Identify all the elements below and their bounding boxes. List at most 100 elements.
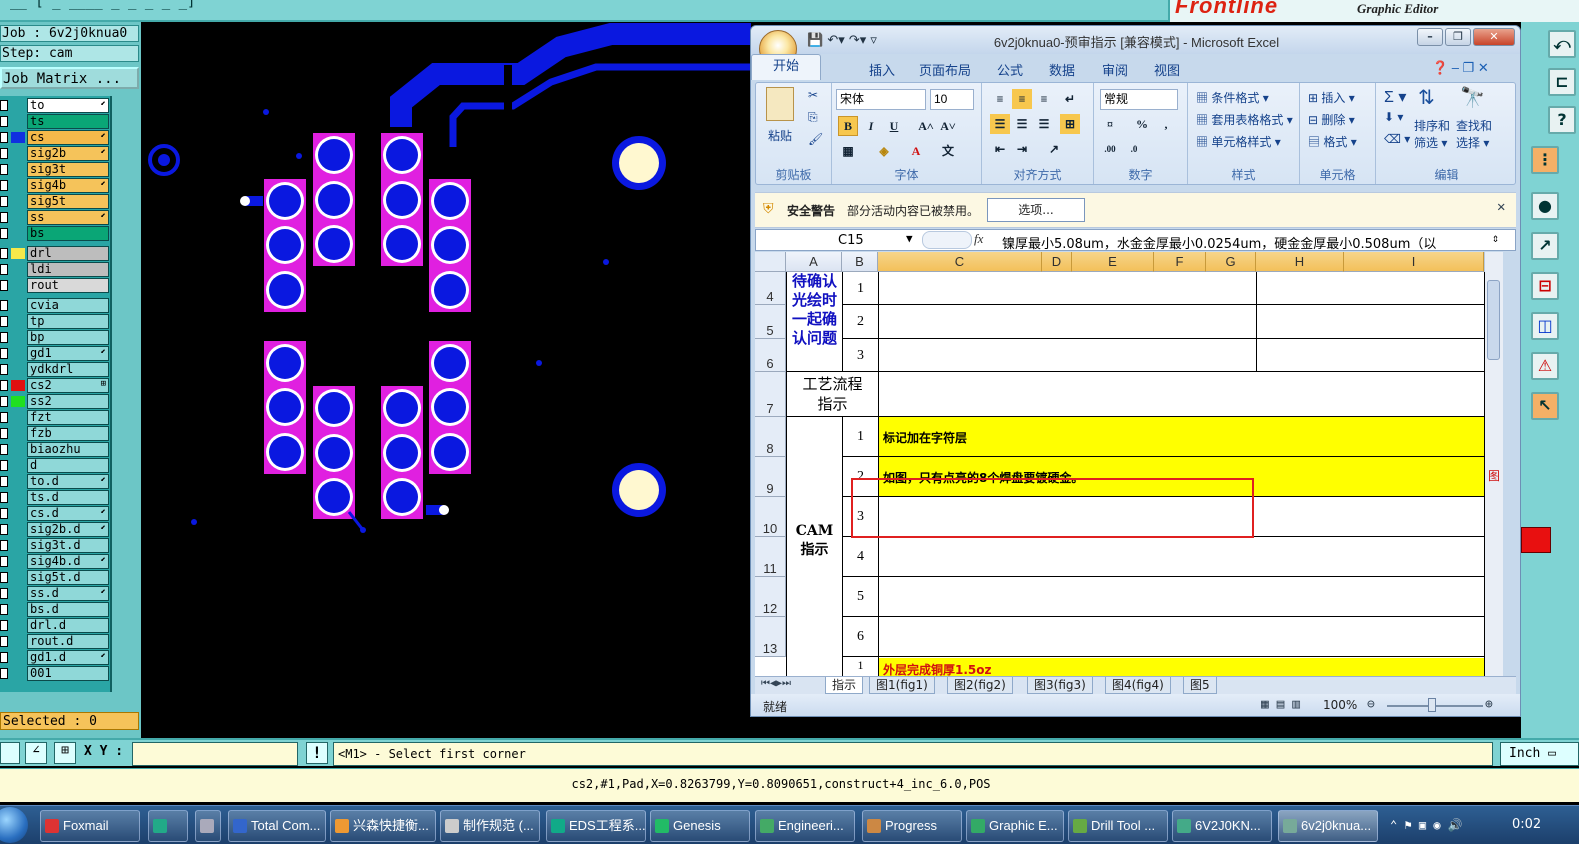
percent-icon[interactable]: % bbox=[1132, 114, 1152, 134]
scroll-thumb[interactable] bbox=[1487, 280, 1500, 360]
shrink-font-icon[interactable]: A˅ bbox=[938, 116, 958, 136]
fx-icon[interactable]: fx bbox=[974, 231, 983, 247]
tab-page-layout[interactable]: 页面布局 bbox=[919, 60, 971, 79]
layer-checkbox[interactable] bbox=[0, 556, 8, 567]
taskbar-item[interactable]: Drill Tool ... bbox=[1068, 810, 1168, 842]
layer-checkbox[interactable] bbox=[0, 492, 8, 503]
view-buttons-icon[interactable]: ▦ ▤ ▥ bbox=[1261, 697, 1300, 712]
taskbar-item[interactable]: Total Com... bbox=[228, 810, 326, 842]
row-header[interactable]: 8 bbox=[755, 417, 786, 457]
layer-row[interactable]: ts bbox=[0, 114, 112, 129]
merged-cell-a-confirm[interactable]: 待确认光绘时一起确认问题 bbox=[787, 272, 842, 372]
layer-row[interactable]: cs ⬋ bbox=[0, 130, 112, 145]
layer-name[interactable]: cvia bbox=[27, 298, 109, 313]
layer-name[interactable]: rout bbox=[27, 278, 109, 293]
layer-row[interactable]: cs2 ⊞ bbox=[0, 378, 112, 393]
layer-name[interactable]: ts.d bbox=[27, 490, 109, 505]
layer-checkbox[interactable] bbox=[0, 364, 8, 375]
layer-name[interactable]: biaozhu bbox=[27, 442, 109, 457]
layer-name[interactable]: drl.d bbox=[27, 618, 109, 633]
net-icon[interactable]: ⋮ bbox=[1531, 146, 1559, 174]
taskbar-item[interactable]: Genesis bbox=[650, 810, 750, 842]
row-header[interactable]: 9 bbox=[755, 457, 786, 497]
layer-row[interactable]: sig5t.d bbox=[0, 570, 112, 585]
graphic-canvas[interactable] bbox=[141, 22, 751, 738]
format-cells-button[interactable]: ▤ 格式 ▾ bbox=[1308, 133, 1357, 150]
layer-name[interactable]: bp bbox=[27, 330, 109, 345]
align-right-icon[interactable]: ☰ bbox=[1034, 114, 1054, 134]
col-header-g[interactable]: G bbox=[1206, 252, 1256, 272]
layer-name[interactable]: sig4b ⬋ bbox=[27, 178, 109, 193]
help-icon[interactable]: ❓ – ❐ ✕ bbox=[1432, 60, 1489, 76]
cell-b[interactable]: 5 bbox=[843, 577, 878, 617]
layer-checkbox[interactable] bbox=[0, 264, 8, 275]
layer-row[interactable]: ss.d ⬋ bbox=[0, 586, 112, 601]
sheet-tab[interactable]: 图1(fig1) bbox=[869, 677, 935, 694]
taskbar-item[interactable]: 6V2J0KN... bbox=[1172, 810, 1272, 842]
layer-row[interactable]: sig3t.d bbox=[0, 538, 112, 553]
insert-cells-button[interactable]: ⊞ 插入 ▾ bbox=[1308, 89, 1355, 106]
sheet-tab[interactable]: 图2(fig2) bbox=[947, 677, 1013, 694]
row-header[interactable]: 12 bbox=[755, 577, 786, 617]
layer-checkbox[interactable] bbox=[0, 540, 8, 551]
row-header[interactable]: 11 bbox=[755, 537, 786, 577]
taskbar-item[interactable]: Progress bbox=[862, 810, 962, 842]
layer-row[interactable]: ts.d bbox=[0, 490, 112, 505]
row-header[interactable]: 10 bbox=[755, 497, 786, 537]
layer-checkbox[interactable] bbox=[0, 332, 8, 343]
close-warning-icon[interactable]: ✕ bbox=[1497, 199, 1505, 215]
col-header-e[interactable]: E bbox=[1072, 252, 1154, 272]
number-format-select[interactable]: 常规 bbox=[1100, 89, 1178, 110]
find-select-button[interactable]: 查找和 选择 ▾ bbox=[1456, 117, 1492, 151]
zoom-in-icon[interactable]: ⊕ bbox=[1485, 697, 1493, 712]
cell-c8[interactable]: 标记加在字符层 bbox=[883, 429, 967, 446]
layer-name[interactable]: fzb bbox=[27, 426, 109, 441]
sheet-tab[interactable]: 指示 bbox=[825, 677, 864, 694]
layer-name[interactable]: sig2b ⬋ bbox=[27, 146, 109, 161]
layer-checkbox[interactable] bbox=[0, 148, 8, 159]
font-color-icon[interactable]: A bbox=[906, 141, 926, 161]
layer-checkbox[interactable] bbox=[0, 428, 8, 439]
layer-row[interactable]: tp bbox=[0, 314, 112, 329]
layer-name[interactable]: ydkdrl bbox=[27, 362, 109, 377]
tab-data[interactable]: 数据 bbox=[1049, 60, 1075, 79]
help-icon[interactable]: ? bbox=[1548, 106, 1576, 134]
autosum-icon[interactable]: Σ ▾ bbox=[1384, 87, 1406, 107]
tab-home[interactable]: 开始 bbox=[751, 54, 821, 80]
taskbar-item[interactable]: EDS工程系... bbox=[546, 810, 646, 842]
layer-name[interactable]: drl bbox=[27, 246, 109, 261]
delete-cells-button[interactable]: ⊟ 删除 ▾ bbox=[1308, 111, 1355, 128]
layer-name[interactable]: sig5t.d bbox=[27, 570, 109, 585]
currency-icon[interactable]: ¤ bbox=[1100, 114, 1120, 134]
select-all-corner[interactable] bbox=[755, 252, 786, 272]
col-header-f[interactable]: F bbox=[1154, 252, 1206, 272]
layer-checkbox[interactable] bbox=[0, 444, 8, 455]
sheet-tab[interactable]: 图4(fig4) bbox=[1105, 677, 1171, 694]
layer-row[interactable]: cvia bbox=[0, 298, 112, 313]
taskbar-item[interactable]: Graphic E... bbox=[966, 810, 1064, 842]
layer-row[interactable]: d bbox=[0, 458, 112, 473]
start-button-icon[interactable] bbox=[0, 807, 28, 843]
fill-icon[interactable]: ⬇ ▾ bbox=[1384, 110, 1403, 124]
cell-b[interactable]: 1 bbox=[843, 658, 878, 676]
layer-name[interactable]: ss2 bbox=[27, 394, 109, 409]
restore-icon[interactable]: ❐ bbox=[1445, 28, 1471, 46]
grow-font-icon[interactable]: A˄ bbox=[916, 116, 936, 136]
col-header-b[interactable]: B bbox=[842, 252, 878, 272]
fill-color-icon[interactable]: ◈ bbox=[874, 141, 894, 161]
align-center-icon[interactable]: ☰ bbox=[1012, 114, 1032, 134]
merge-center-icon[interactable]: ⊞ bbox=[1060, 114, 1080, 134]
layer-name[interactable]: bs.d bbox=[27, 602, 109, 617]
border-icon[interactable]: ▦ bbox=[838, 141, 858, 161]
col-header-i[interactable]: I bbox=[1344, 252, 1484, 272]
select-icon[interactable]: ↖ bbox=[1531, 392, 1559, 420]
merged-cell-process[interactable]: 工艺流程指示 bbox=[787, 372, 878, 417]
layer-row[interactable]: sig4b.d ⬋ bbox=[0, 554, 112, 569]
sort-filter-button[interactable]: 排序和 筛选 ▾ bbox=[1414, 117, 1450, 151]
expand-formula-icon[interactable]: ⇕ bbox=[1492, 231, 1499, 245]
layer-checkbox[interactable] bbox=[0, 604, 8, 615]
layer-name[interactable]: d bbox=[27, 458, 109, 473]
align-middle-icon[interactable]: ≡ bbox=[1012, 89, 1032, 109]
paste-icon[interactable] bbox=[766, 87, 794, 121]
layer-row[interactable]: rout bbox=[0, 278, 112, 293]
